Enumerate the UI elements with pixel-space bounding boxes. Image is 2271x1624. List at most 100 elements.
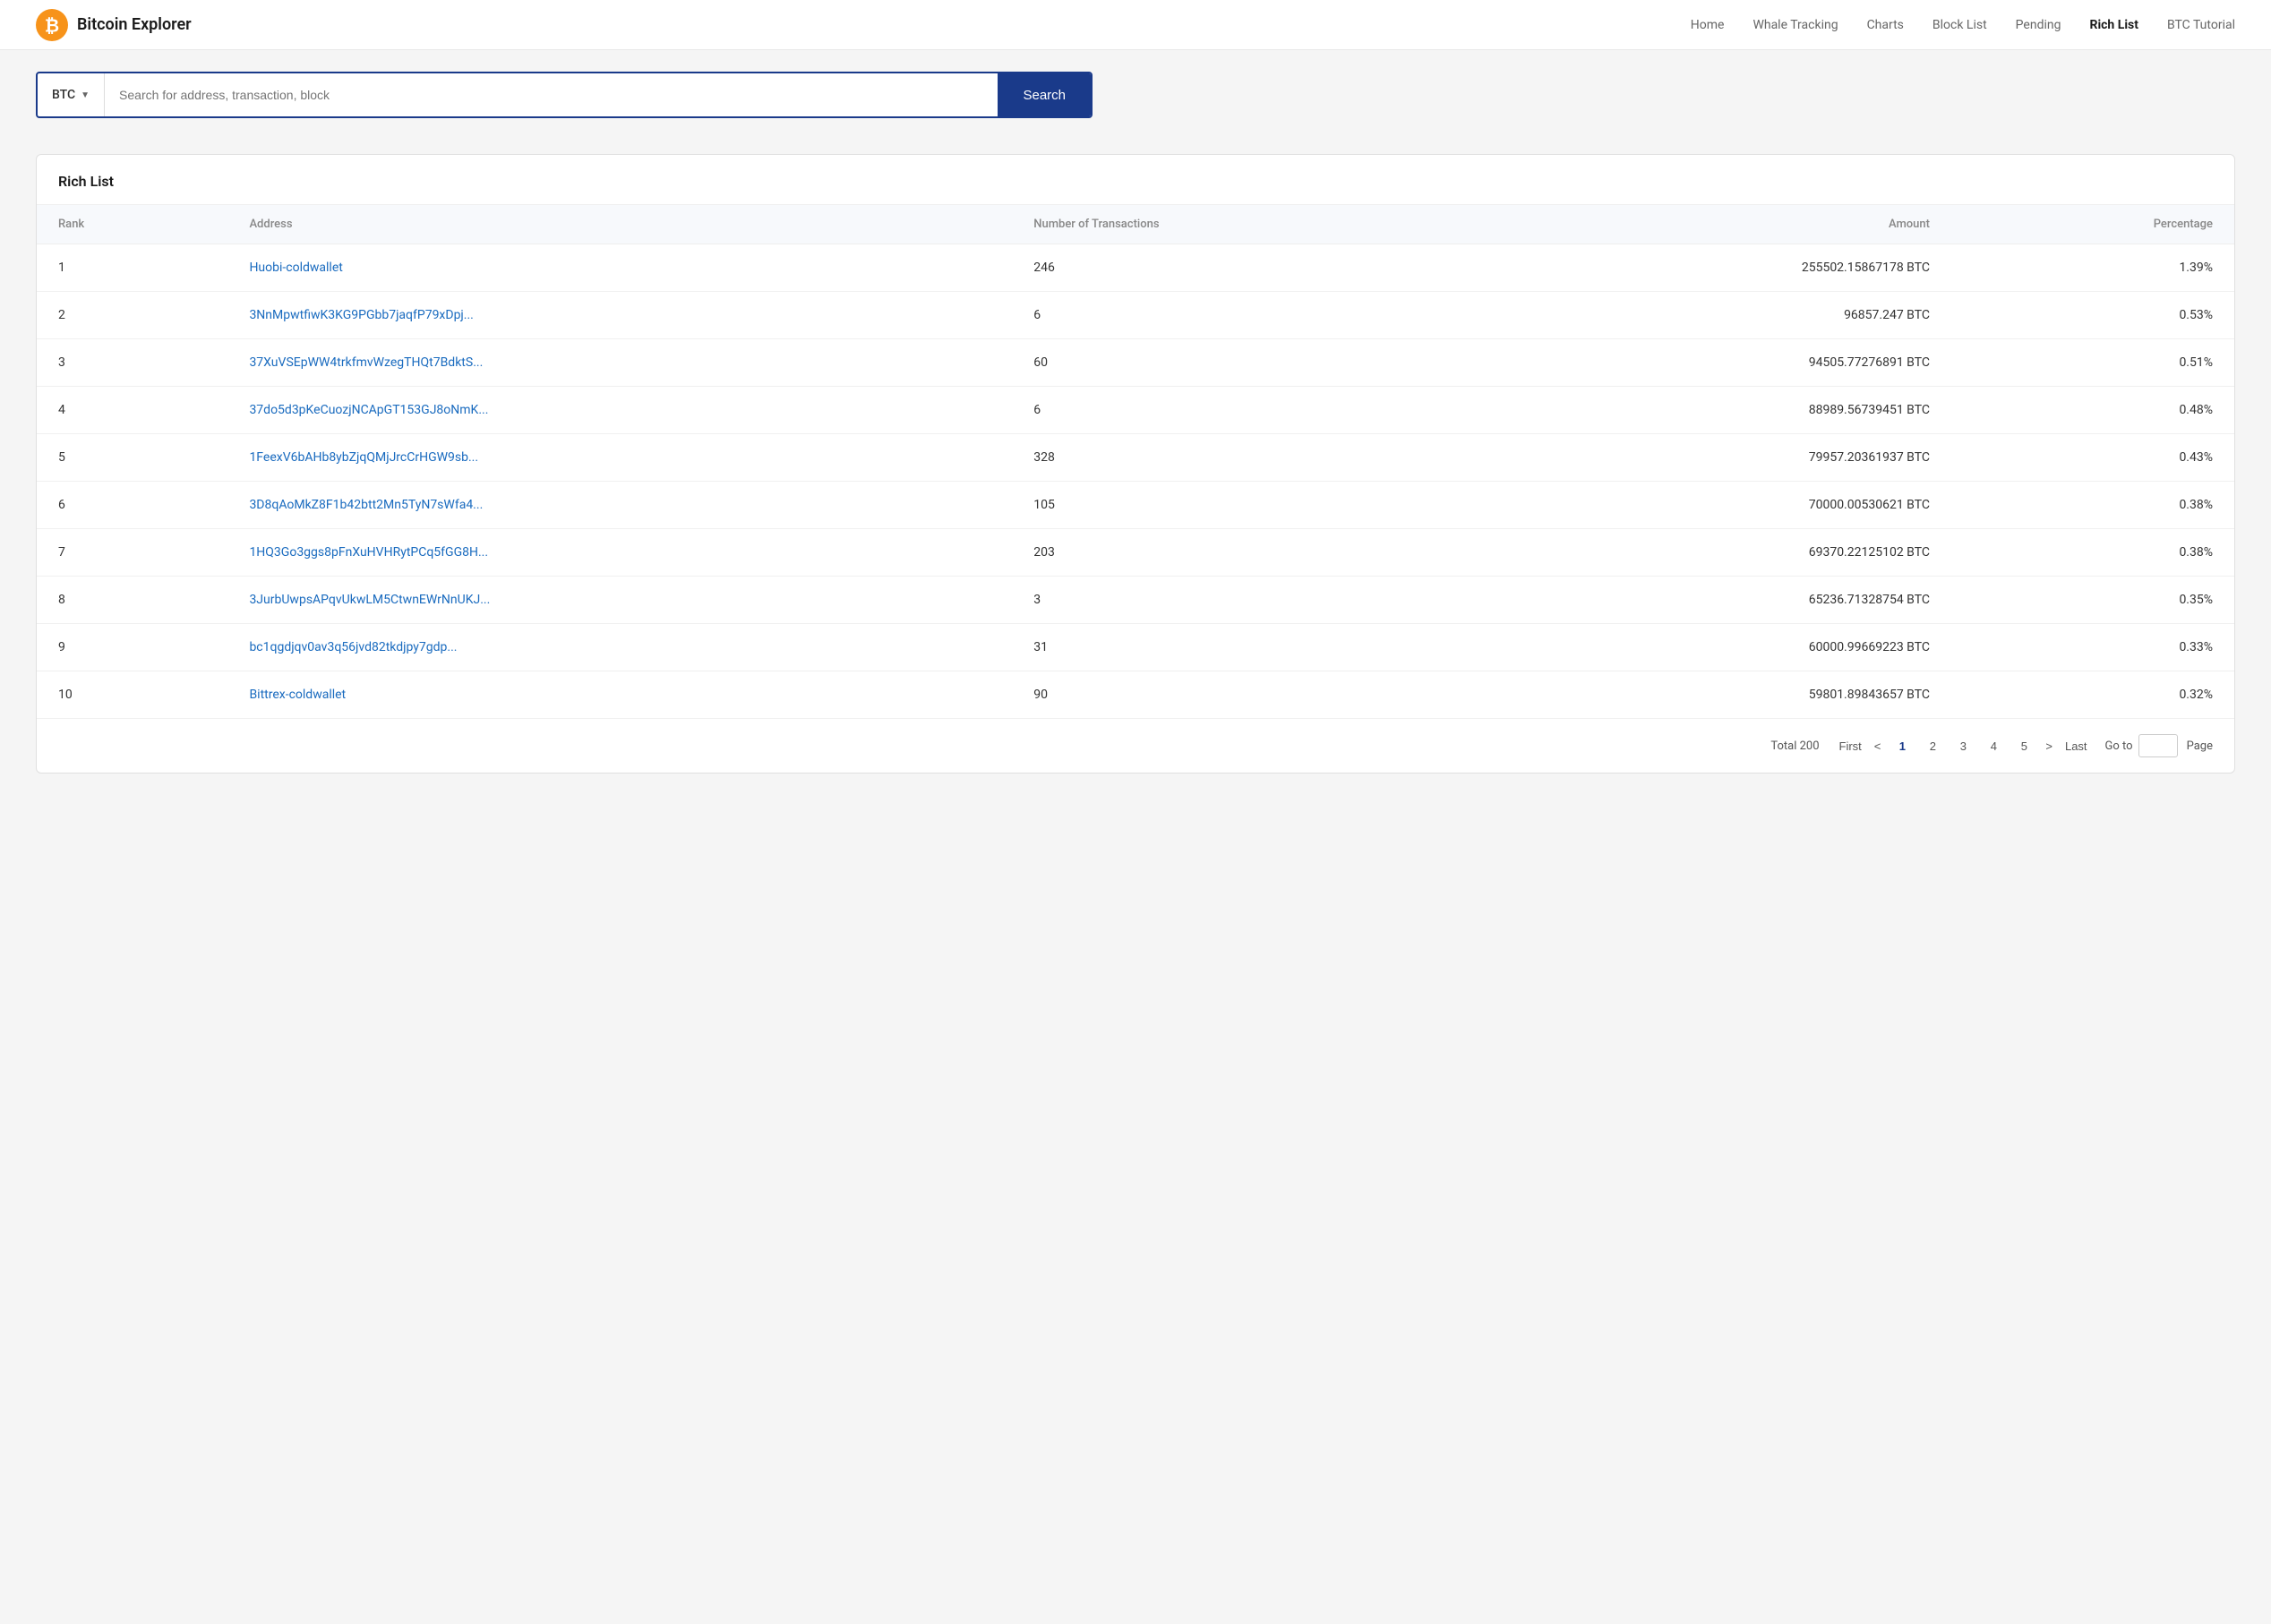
cell-address: 37XuVSEpWW4trkfmvWzegTHQt7BdktS...: [227, 339, 1012, 387]
nav-item-btc-tutorial[interactable]: BTC Tutorial: [2167, 18, 2235, 32]
rich-list-card: Rich List Rank Address Number of Transac…: [36, 154, 2235, 774]
cell-transactions: 328: [1012, 434, 1478, 482]
logo-area: ₿ Bitcoin Explorer: [36, 9, 192, 41]
address-link[interactable]: Huobi-coldwallet: [249, 261, 342, 275]
cell-rank: 8: [37, 577, 227, 624]
pagination: Total 200 First < 1 2 3 4 5 > Last Go to…: [37, 718, 2234, 773]
goto-label: Go to: [2105, 739, 2133, 753]
col-transactions: Number of Transactions: [1012, 205, 1478, 244]
cell-amount: 96857.247 BTC: [1478, 292, 1951, 339]
cell-amount: 65236.71328754 BTC: [1478, 577, 1951, 624]
address-link[interactable]: Bittrex-coldwallet: [249, 688, 346, 702]
cell-amount: 60000.99669223 BTC: [1478, 624, 1951, 671]
cell-transactions: 105: [1012, 482, 1478, 529]
cell-amount: 88989.56739451 BTC: [1478, 387, 1951, 434]
search-input[interactable]: [105, 73, 998, 116]
cell-address: 1FeexV6bAHb8ybZjqQMjJrcCrHGW9sb...: [227, 434, 1012, 482]
main-content: Rich List Rank Address Number of Transac…: [0, 140, 2271, 809]
table-row: 1 Huobi-coldwallet 246 255502.15867178 B…: [37, 244, 2234, 292]
address-link[interactable]: 1HQ3Go3ggs8pFnXuHVHRytPCq5fGG8H...: [249, 545, 488, 560]
col-rank: Rank: [37, 205, 227, 244]
card-title: Rich List: [58, 173, 114, 190]
cell-address: 3JurbUwpsAPqvUkwLM5CtwnEWrNnUKJ...: [227, 577, 1012, 624]
page-2-button[interactable]: 2: [1920, 733, 1945, 758]
prev-page-button[interactable]: <: [1871, 733, 1885, 758]
chevron-down-icon: ▼: [81, 90, 90, 100]
cell-rank: 5: [37, 434, 227, 482]
cell-rank: 1: [37, 244, 227, 292]
search-button[interactable]: Search: [998, 73, 1091, 116]
page-3-button[interactable]: 3: [1950, 733, 1975, 758]
first-page-button[interactable]: First: [1836, 733, 1865, 758]
table-row: 3 37XuVSEpWW4trkfmvWzegTHQt7BdktS... 60 …: [37, 339, 2234, 387]
cell-amount: 70000.00530621 BTC: [1478, 482, 1951, 529]
search-box: BTC ▼ Search: [36, 72, 1093, 118]
nav-item-block-list[interactable]: Block List: [1932, 18, 1987, 32]
table-header: Rank Address Number of Transactions Amou…: [37, 205, 2234, 244]
nav-item-charts[interactable]: Charts: [1867, 18, 1904, 32]
currency-label: BTC: [52, 88, 75, 102]
cell-amount: 255502.15867178 BTC: [1478, 244, 1951, 292]
table-row: 9 bc1qgdjqv0av3q56jvd82tkdjpy7gdp... 31 …: [37, 624, 2234, 671]
cell-percentage: 0.38%: [1951, 482, 2234, 529]
next-page-button[interactable]: >: [2042, 733, 2056, 758]
nav-item-pending[interactable]: Pending: [2016, 18, 2061, 32]
cell-percentage: 0.51%: [1951, 339, 2234, 387]
table-body: 1 Huobi-coldwallet 246 255502.15867178 B…: [37, 244, 2234, 719]
logo-text: Bitcoin Explorer: [77, 15, 192, 34]
cell-address: 1HQ3Go3ggs8pFnXuHVHRytPCq5fGG8H...: [227, 529, 1012, 577]
nav-item-home[interactable]: Home: [1691, 18, 1725, 32]
nav-item-rich-list[interactable]: Rich List: [2089, 18, 2138, 32]
address-link[interactable]: 3JurbUwpsAPqvUkwLM5CtwnEWrNnUKJ...: [249, 593, 490, 607]
address-link[interactable]: 1FeexV6bAHb8ybZjqQMjJrcCrHGW9sb...: [249, 450, 478, 465]
table-row: 8 3JurbUwpsAPqvUkwLM5CtwnEWrNnUKJ... 3 6…: [37, 577, 2234, 624]
table-row: 7 1HQ3Go3ggs8pFnXuHVHRytPCq5fGG8H... 203…: [37, 529, 2234, 577]
cell-transactions: 3: [1012, 577, 1478, 624]
main-nav: Home Whale Tracking Charts Block List Pe…: [1691, 18, 2235, 32]
address-link[interactable]: 37XuVSEpWW4trkfmvWzegTHQt7BdktS...: [249, 355, 483, 370]
goto-input[interactable]: [2138, 734, 2178, 757]
cell-amount: 69370.22125102 BTC: [1478, 529, 1951, 577]
table-row: 4 37do5d3pKeCuozjNCApGT153GJ8oNmK... 6 8…: [37, 387, 2234, 434]
address-link[interactable]: bc1qgdjqv0av3q56jvd82tkdjpy7gdp...: [249, 640, 457, 654]
cell-transactions: 203: [1012, 529, 1478, 577]
cell-percentage: 0.33%: [1951, 624, 2234, 671]
address-link[interactable]: 37do5d3pKeCuozjNCApGT153GJ8oNmK...: [249, 403, 488, 417]
col-amount: Amount: [1478, 205, 1951, 244]
search-area: BTC ▼ Search: [0, 50, 2271, 140]
page-4-button[interactable]: 4: [1981, 733, 2006, 758]
last-page-button[interactable]: Last: [2061, 733, 2091, 758]
col-address: Address: [227, 205, 1012, 244]
cell-amount: 94505.77276891 BTC: [1478, 339, 1951, 387]
cell-transactions: 246: [1012, 244, 1478, 292]
rich-list-table: Rank Address Number of Transactions Amou…: [37, 205, 2234, 718]
cell-address: Bittrex-coldwallet: [227, 671, 1012, 719]
cell-transactions: 31: [1012, 624, 1478, 671]
cell-percentage: 0.35%: [1951, 577, 2234, 624]
cell-percentage: 0.53%: [1951, 292, 2234, 339]
cell-percentage: 0.43%: [1951, 434, 2234, 482]
page-5-button[interactable]: 5: [2011, 733, 2036, 758]
svg-text:₿: ₿: [45, 16, 59, 36]
cell-rank: 10: [37, 671, 227, 719]
table-row: 10 Bittrex-coldwallet 90 59801.89843657 …: [37, 671, 2234, 719]
table-row: 6 3D8qAoMkZ8F1b42btt2Mn5TyN7sWfa4... 105…: [37, 482, 2234, 529]
address-link[interactable]: 3D8qAoMkZ8F1b42btt2Mn5TyN7sWfa4...: [249, 498, 483, 512]
cell-percentage: 1.39%: [1951, 244, 2234, 292]
address-link[interactable]: 3NnMpwtfiwK3KG9PGbb7jaqfP79xDpj...: [249, 308, 473, 322]
nav-item-whale-tracking[interactable]: Whale Tracking: [1753, 18, 1838, 32]
cell-rank: 2: [37, 292, 227, 339]
page-1-button[interactable]: 1: [1890, 733, 1915, 758]
table-row: 5 1FeexV6bAHb8ybZjqQMjJrcCrHGW9sb... 328…: [37, 434, 2234, 482]
cell-transactions: 90: [1012, 671, 1478, 719]
cell-rank: 4: [37, 387, 227, 434]
btc-logo-icon: ₿: [36, 9, 68, 41]
cell-transactions: 6: [1012, 387, 1478, 434]
cell-address: 3D8qAoMkZ8F1b42btt2Mn5TyN7sWfa4...: [227, 482, 1012, 529]
cell-amount: 59801.89843657 BTC: [1478, 671, 1951, 719]
cell-rank: 9: [37, 624, 227, 671]
currency-selector[interactable]: BTC ▼: [38, 73, 105, 116]
cell-transactions: 60: [1012, 339, 1478, 387]
cell-address: 37do5d3pKeCuozjNCApGT153GJ8oNmK...: [227, 387, 1012, 434]
cell-percentage: 0.32%: [1951, 671, 2234, 719]
